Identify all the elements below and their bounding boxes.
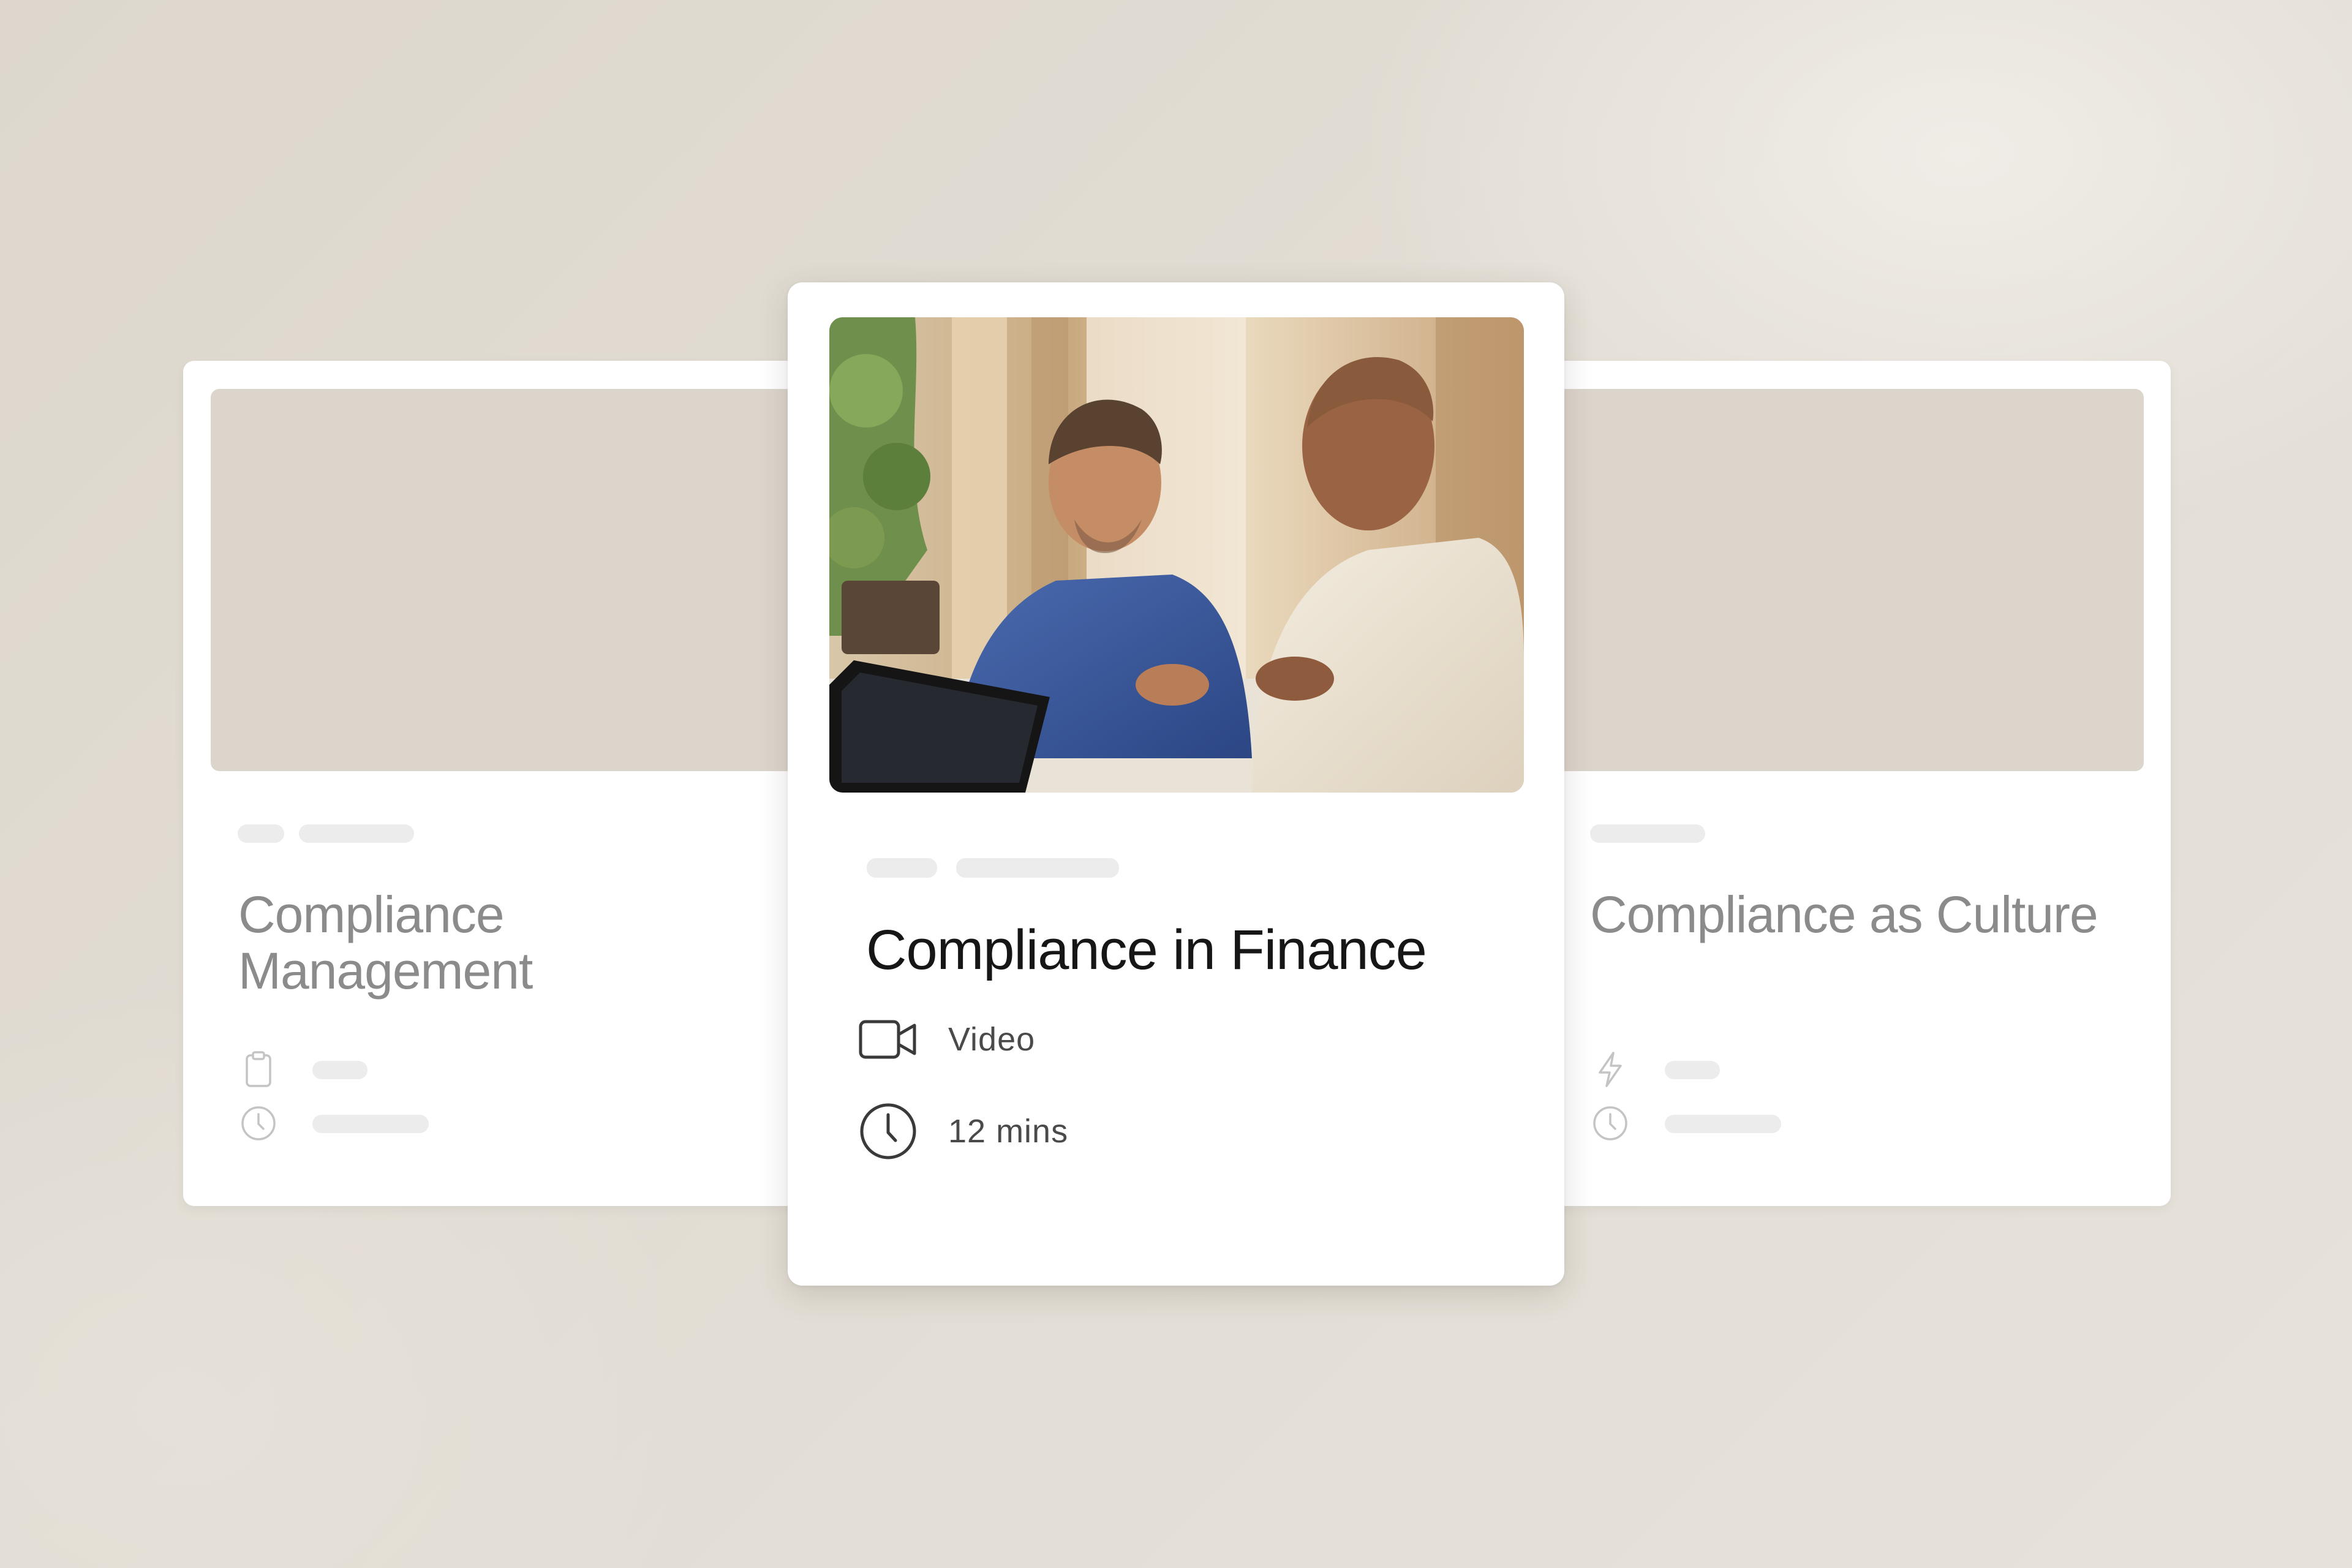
tag-placeholder xyxy=(238,824,284,843)
thumbnail-placeholder xyxy=(1539,389,2144,771)
clock-icon xyxy=(238,1103,279,1144)
meta-placeholder xyxy=(1665,1061,1720,1079)
video-camera-icon xyxy=(858,1009,919,1070)
meta-placeholder xyxy=(1665,1115,1781,1133)
clipboard-icon xyxy=(238,1049,279,1090)
course-card-compliance-as-culture[interactable]: Compliance as Culture xyxy=(1539,361,2171,1206)
clock-icon xyxy=(1590,1103,1630,1144)
tag-placeholder xyxy=(299,824,414,843)
meta-placeholder xyxy=(312,1115,429,1133)
course-card-compliance-management[interactable]: Compliance Management xyxy=(183,361,814,1206)
format-row: Video xyxy=(858,1009,1035,1070)
thumbnail-placeholder xyxy=(211,389,814,771)
clock-icon xyxy=(858,1101,919,1162)
card-title-line: Compliance xyxy=(238,886,505,943)
card-title: Compliance Management xyxy=(238,886,533,1000)
course-card-compliance-in-finance[interactable]: Compliance in Finance Video 12 mins xyxy=(788,282,1564,1286)
course-photo xyxy=(829,317,1524,793)
format-label: Video xyxy=(948,1021,1036,1058)
card-title: Compliance in Finance xyxy=(866,919,1427,981)
card-title-line: Management xyxy=(238,942,533,1000)
lightning-bolt-icon xyxy=(1590,1049,1630,1090)
tag-placeholder xyxy=(956,858,1119,878)
duration-label: 12 mins xyxy=(948,1113,1069,1150)
card-title: Compliance as Culture xyxy=(1590,886,2098,943)
tag-placeholder xyxy=(867,858,937,878)
duration-row: 12 mins xyxy=(858,1101,1068,1162)
tag-placeholder xyxy=(1590,824,1705,843)
meta-placeholder xyxy=(312,1061,368,1079)
